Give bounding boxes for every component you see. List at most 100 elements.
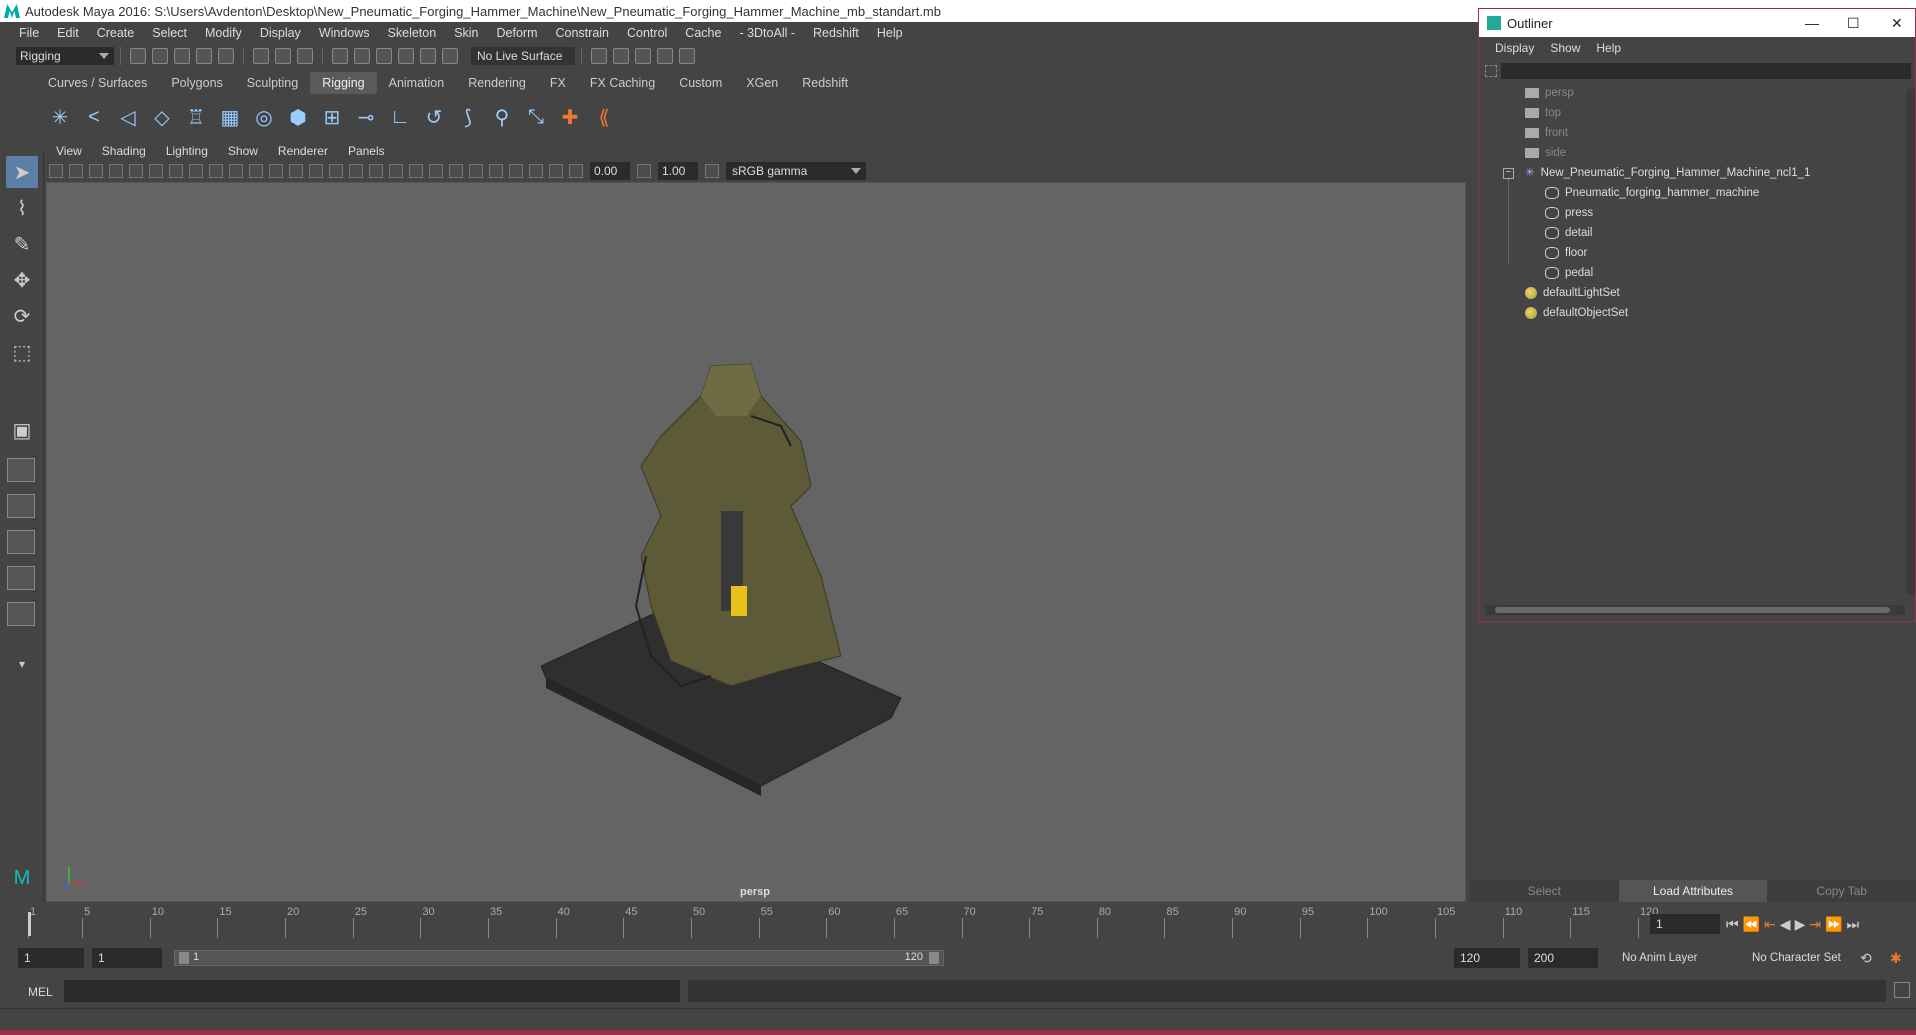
tab-sculpting[interactable]: Sculpting xyxy=(235,72,310,94)
menu-3dtoall[interactable]: - 3DtoAll - xyxy=(730,26,804,40)
menu-set-dropdown[interactable]: Rigging xyxy=(16,47,114,65)
paint-weights-icon[interactable]: ◎ xyxy=(250,103,278,131)
list-item[interactable]: defaultLightSet xyxy=(1525,283,1620,303)
depth-of-field-icon[interactable] xyxy=(489,164,503,178)
select-tool-icon[interactable]: ➤ xyxy=(6,156,38,188)
playback-end-field[interactable]: 120 xyxy=(1454,948,1520,968)
ik-handle-icon[interactable]: < xyxy=(80,103,108,131)
menu-create[interactable]: Create xyxy=(88,26,144,40)
preferences-icon[interactable]: ✱ xyxy=(1890,950,1902,967)
layout-single-icon[interactable]: ▣ xyxy=(6,414,38,446)
scale-tool-icon[interactable]: ⬚ xyxy=(6,336,38,368)
viewport-menu-show[interactable]: Show xyxy=(218,144,268,158)
anti-aliasing-icon[interactable] xyxy=(469,164,483,178)
menu-constrain[interactable]: Constrain xyxy=(547,26,619,40)
select-component-icon[interactable] xyxy=(297,48,313,64)
safe-title-icon[interactable] xyxy=(289,164,303,178)
list-item[interactable]: press xyxy=(1545,203,1593,223)
gamma-icon[interactable] xyxy=(637,164,651,178)
scene-start-field[interactable]: 1 xyxy=(18,948,84,968)
tab-rendering[interactable]: Rendering xyxy=(456,72,538,94)
list-item[interactable]: side xyxy=(1525,143,1566,163)
close-icon[interactable]: ✕ xyxy=(1891,15,1903,32)
list-item[interactable]: pedal xyxy=(1545,263,1593,283)
open-scene-icon[interactable] xyxy=(152,48,168,64)
scene-end-field[interactable]: 200 xyxy=(1528,948,1598,968)
snap-live-icon[interactable] xyxy=(442,48,458,64)
layout-graph-icon[interactable] xyxy=(7,602,35,626)
list-item[interactable]: detail xyxy=(1545,223,1593,243)
outliner-menu-show[interactable]: Show xyxy=(1542,41,1588,55)
image-plane-icon[interactable] xyxy=(109,164,123,178)
collapse-toggle[interactable]: − xyxy=(1503,168,1514,179)
step-back-key-icon[interactable]: ⏪ xyxy=(1743,916,1760,933)
list-item[interactable]: floor xyxy=(1545,243,1587,263)
playback-start-field[interactable]: 1 xyxy=(92,948,162,968)
range-handle-right[interactable] xyxy=(929,952,939,964)
wireframe-on-shaded-icon[interactable] xyxy=(349,164,363,178)
xray-joints-icon[interactable] xyxy=(549,164,563,178)
menu-skeleton[interactable]: Skeleton xyxy=(379,26,446,40)
step-forward-key-icon[interactable]: ⏩ xyxy=(1825,916,1842,933)
play-backwards-icon[interactable]: ◀ xyxy=(1780,916,1791,933)
tab-fx[interactable]: FX xyxy=(538,72,578,94)
orient-constraint-icon[interactable]: ↺ xyxy=(420,103,448,131)
aim-constraint-icon[interactable]: ∟ xyxy=(386,103,414,131)
menu-redshift[interactable]: Redshift xyxy=(804,26,868,40)
list-item[interactable]: Pneumatic_forging_hammer_machine xyxy=(1545,183,1759,203)
anim-layer-dropdown[interactable]: No Anim Layer xyxy=(1622,952,1697,964)
menu-file[interactable]: File xyxy=(10,26,48,40)
menu-help[interactable]: Help xyxy=(868,26,912,40)
live-surface-field[interactable]: No Live Surface xyxy=(471,47,575,65)
command-input[interactable] xyxy=(64,980,680,1002)
hypershade-icon[interactable] xyxy=(679,48,695,64)
script-editor-icon[interactable] xyxy=(1894,982,1910,998)
time-slider[interactable]: 1 5 10 15 20 25 30 35 40 45 50 55 60 65 70 75 80 85 90 95 10… xyxy=(28,906,1658,942)
perspective-viewport[interactable] xyxy=(46,182,1466,902)
camera-select-icon[interactable] xyxy=(49,164,63,178)
menu-skin[interactable]: Skin xyxy=(445,26,487,40)
list-item[interactable]: front xyxy=(1525,123,1568,143)
mirror-joint-icon[interactable]: ◇ xyxy=(148,103,176,131)
script-language-label[interactable]: MEL xyxy=(28,985,53,999)
bookmark-icon[interactable] xyxy=(89,164,103,178)
current-time-indicator[interactable] xyxy=(28,912,31,936)
shadows-icon[interactable] xyxy=(409,164,423,178)
new-scene-icon[interactable] xyxy=(130,48,146,64)
xray-icon[interactable] xyxy=(529,164,543,178)
ik-spline-icon[interactable]: ◁ xyxy=(114,103,142,131)
menu-control[interactable]: Control xyxy=(618,26,676,40)
scale-constraint-icon[interactable]: ⟆ xyxy=(454,103,482,131)
viewport-menu-panels[interactable]: Panels xyxy=(338,144,395,158)
play-forwards-icon[interactable]: ▶ xyxy=(1795,916,1806,933)
lattice-icon[interactable]: ⬢ xyxy=(284,103,312,131)
exposure-field[interactable]: 0.00 xyxy=(590,162,630,180)
field-chart-icon[interactable] xyxy=(249,164,263,178)
locator-icon[interactable]: ✚ xyxy=(556,103,584,131)
gamma-field[interactable]: 1.00 xyxy=(658,162,698,180)
joint-tool-icon[interactable]: ✳ xyxy=(46,103,74,131)
scroll-thumb[interactable] xyxy=(1495,607,1890,613)
viewport-menu-lighting[interactable]: Lighting xyxy=(156,144,218,158)
maximize-icon[interactable]: ☐ xyxy=(1847,15,1860,32)
layout-two-side-icon[interactable] xyxy=(7,494,35,518)
set-key-icon[interactable]: ⟪ xyxy=(590,103,618,131)
pole-vector-icon[interactable]: ⤡ xyxy=(522,103,550,131)
layout-two-stack-icon[interactable] xyxy=(7,530,35,554)
2d-pan-zoom-icon[interactable] xyxy=(129,164,143,178)
load-attributes-tab[interactable]: Load Attributes xyxy=(1618,880,1768,902)
film-gate-icon[interactable] xyxy=(189,164,203,178)
lasso-tool-icon[interactable]: ⌇ xyxy=(6,192,38,224)
outliner-search-input[interactable] xyxy=(1501,63,1911,79)
go-to-end-icon[interactable]: ⏭ xyxy=(1847,916,1860,933)
motion-blur-icon[interactable] xyxy=(449,164,463,178)
grease-pencil-icon[interactable] xyxy=(149,164,163,178)
layout-four-icon[interactable] xyxy=(7,458,35,482)
menu-modify[interactable]: Modify xyxy=(196,26,251,40)
tab-xgen[interactable]: XGen xyxy=(734,72,790,94)
tab-animation[interactable]: Animation xyxy=(377,72,457,94)
snap-curve-icon[interactable] xyxy=(354,48,370,64)
color-management-icon[interactable] xyxy=(705,164,719,178)
step-forward-frame-icon[interactable]: ⇥ xyxy=(1809,916,1821,933)
menu-edit[interactable]: Edit xyxy=(48,26,88,40)
